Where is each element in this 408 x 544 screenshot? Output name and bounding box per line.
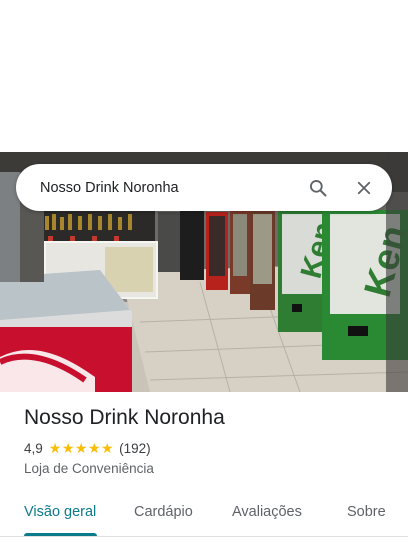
tab-menu[interactable]: Cardápio bbox=[134, 504, 193, 520]
star-icon: ★ bbox=[61, 440, 75, 456]
star-icon: ★ bbox=[48, 440, 62, 456]
search-input[interactable]: Nosso Drink Noronha bbox=[40, 180, 304, 196]
star-rating: ★ ★ ★ ★ ★ bbox=[49, 441, 114, 455]
star-icon: ★ bbox=[101, 440, 114, 456]
review-count[interactable]: (192) bbox=[119, 441, 151, 456]
star-icon: ★ bbox=[74, 440, 88, 456]
place-tabs: Visão geral Cardápio Avaliações Sobre bbox=[0, 492, 408, 536]
tab-overview[interactable]: Visão geral bbox=[24, 504, 96, 520]
star-icon: ★ bbox=[87, 440, 101, 456]
search-bar[interactable]: Nosso Drink Noronha bbox=[16, 164, 392, 211]
tabs-divider bbox=[0, 536, 408, 537]
close-icon[interactable] bbox=[350, 174, 378, 202]
place-category[interactable]: Loja de Conveniência bbox=[24, 461, 394, 476]
place-info: Nosso Drink Noronha 4,9 ★ ★ ★ ★ ★ (192) … bbox=[24, 404, 394, 476]
map-top-area bbox=[0, 0, 408, 152]
tab-about[interactable]: Sobre bbox=[347, 504, 386, 520]
rating-row[interactable]: 4,9 ★ ★ ★ ★ ★ (192) bbox=[24, 439, 394, 457]
search-icon[interactable] bbox=[304, 174, 332, 202]
place-title: Nosso Drink Noronha bbox=[24, 406, 225, 429]
rating-value: 4,9 bbox=[24, 440, 43, 456]
tab-reviews[interactable]: Avaliações bbox=[232, 504, 302, 520]
